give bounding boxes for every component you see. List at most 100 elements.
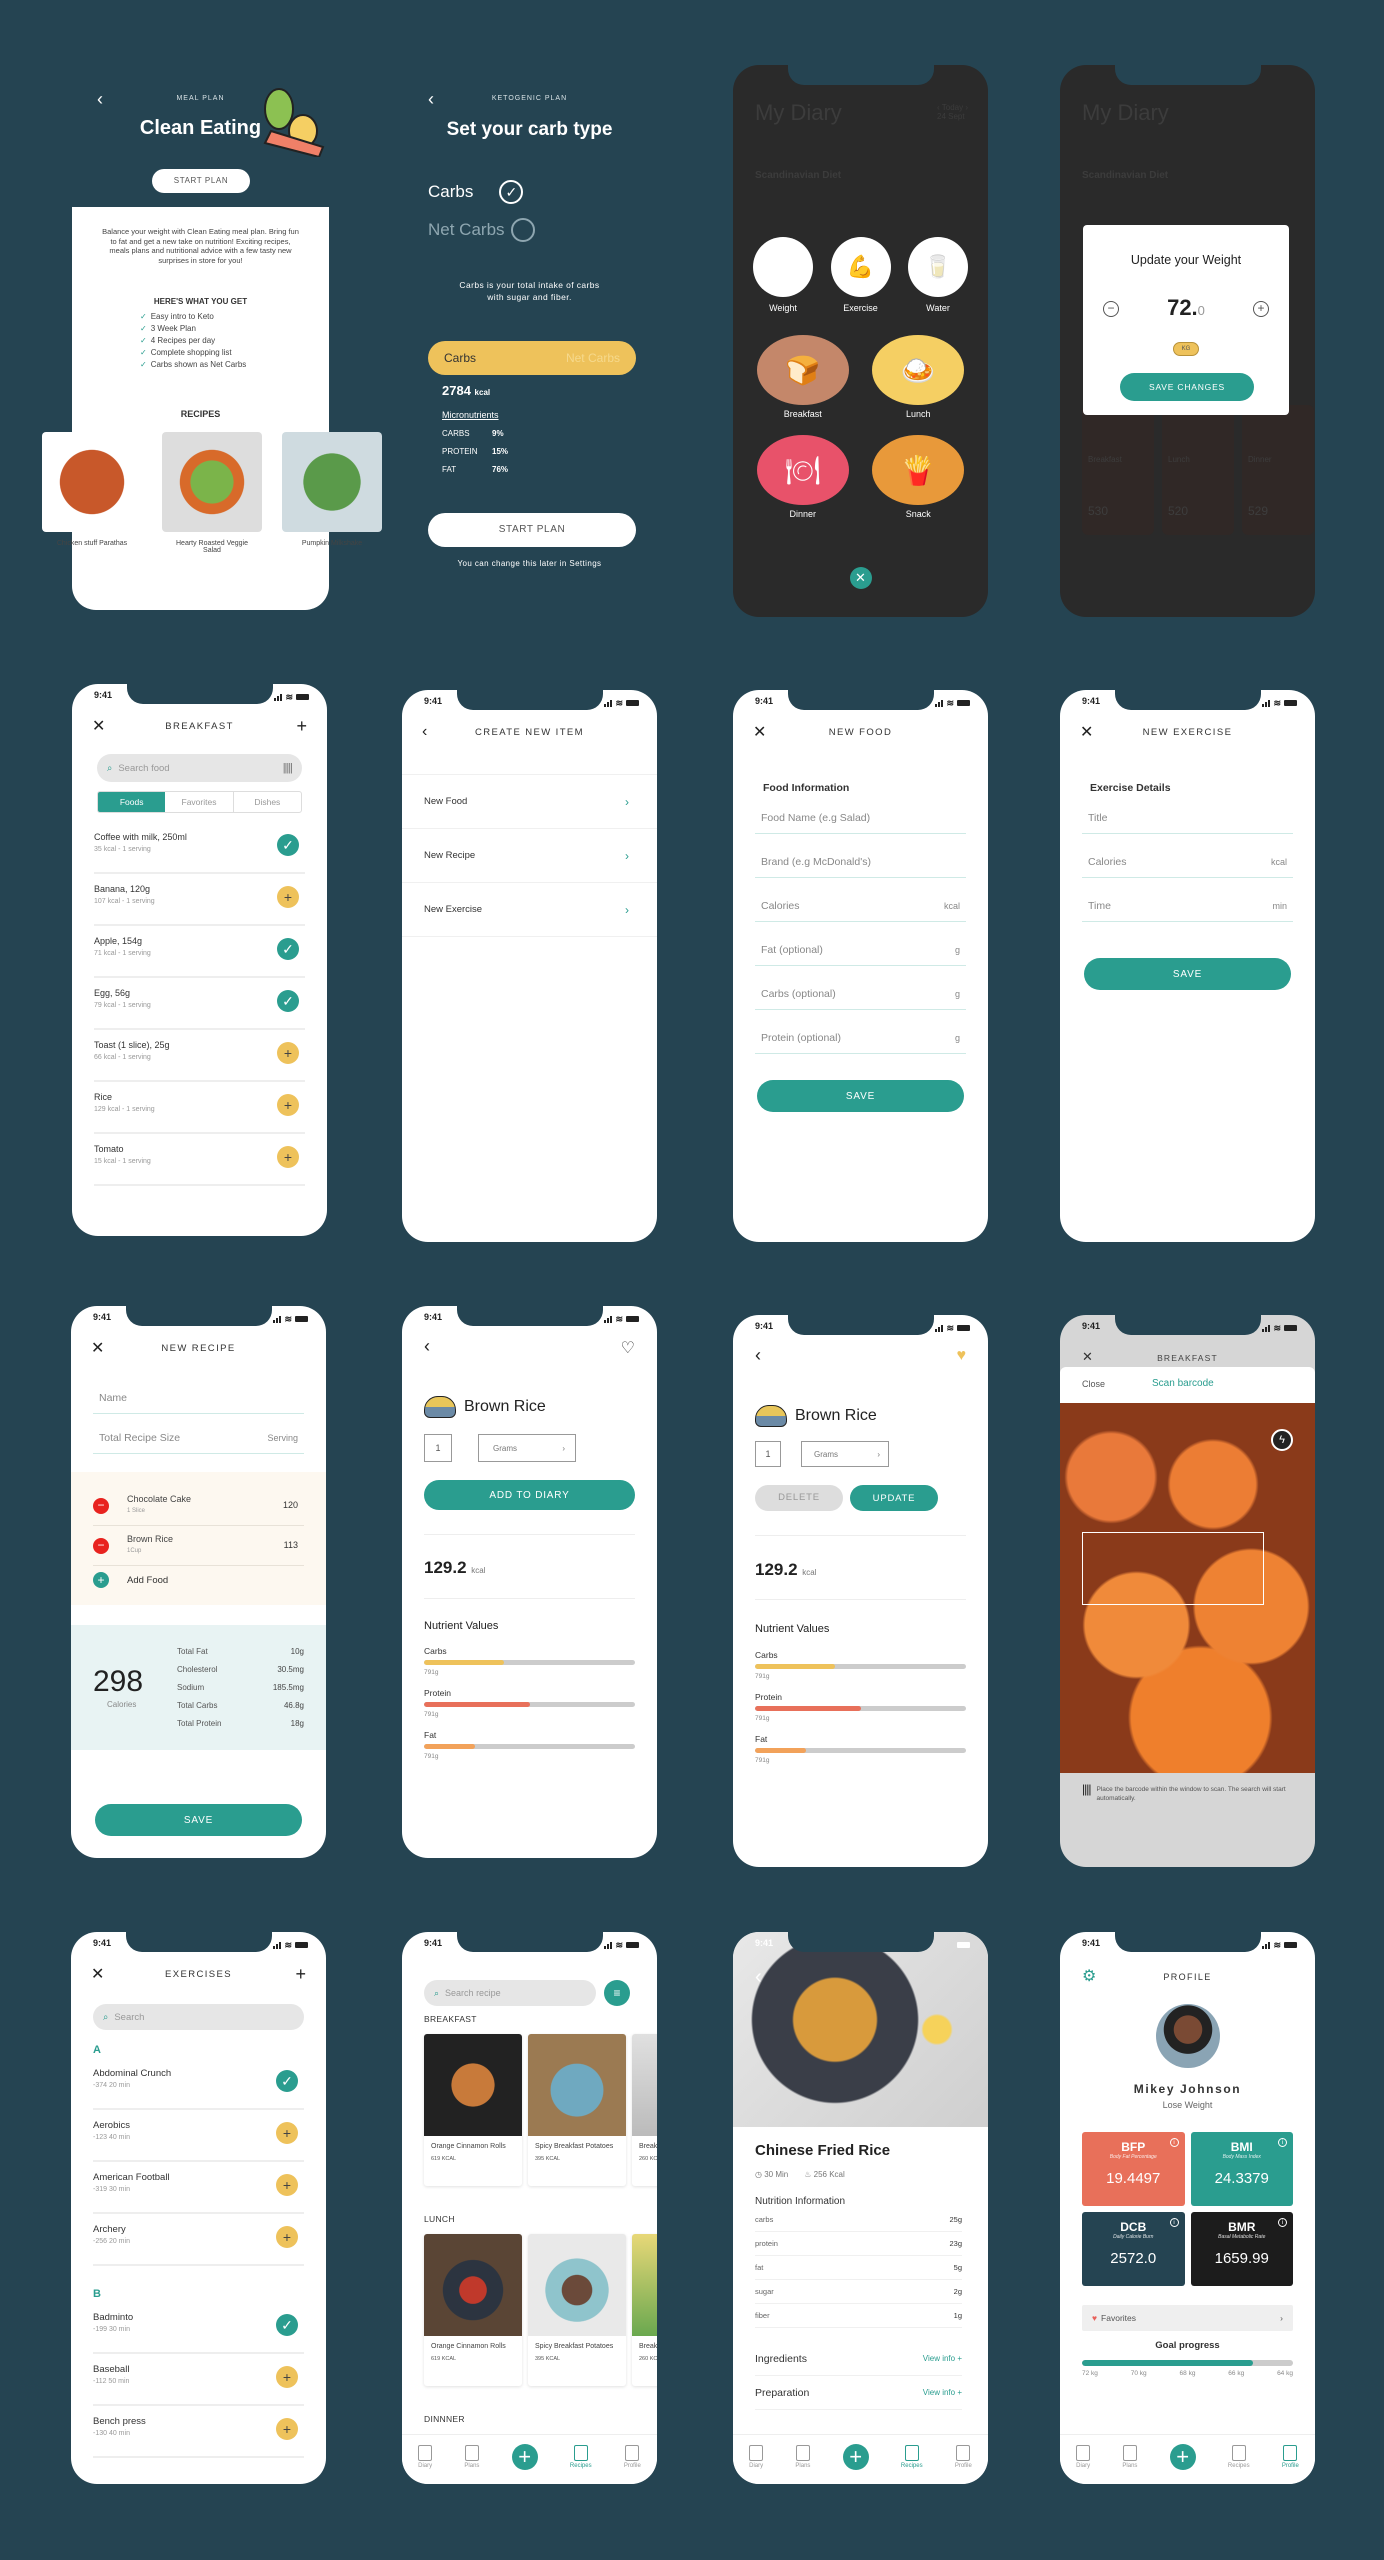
remove-icon[interactable]: −	[93, 1538, 109, 1554]
avatar[interactable]	[1155, 2004, 1220, 2068]
meal-snack[interactable]: 🍟 Snack	[871, 435, 967, 519]
close-icon[interactable]: ✕	[1080, 722, 1093, 742]
create-new-recipe[interactable]: New Recipe ›	[402, 829, 657, 883]
close-link[interactable]: Close	[1082, 1379, 1105, 1389]
search-food-input[interactable]: ⌕ Search food |||||	[97, 754, 302, 782]
quick-add-water[interactable]: 🥛 Water	[908, 237, 968, 313]
tab-foods[interactable]: Foods	[98, 792, 166, 812]
quantity-input[interactable]: 1	[424, 1434, 452, 1462]
back-icon[interactable]: ‹	[422, 723, 427, 741]
tab-recipes[interactable]: Recipes	[901, 2444, 923, 2469]
recipe-size-input[interactable]: Total Recipe Size Serving	[93, 1422, 304, 1454]
unit-badge[interactable]: KG	[1173, 342, 1199, 356]
tab-plans[interactable]: Plans	[464, 2444, 479, 2469]
recipe-row[interactable]: Orange Cinnamon Rolls 619 KCAL Spicy Break…	[424, 2234, 657, 2386]
add-plus-icon[interactable]: +	[277, 1094, 299, 1116]
food-item[interactable]: Toast (1 slice), 25g 66 kcal - 1 serving +	[94, 1030, 305, 1082]
food-item[interactable]: Tomato 15 kcal - 1 serving +	[94, 1134, 305, 1186]
section-ingredients[interactable]: Ingredients View info +	[755, 2342, 962, 2376]
recipe-name-input[interactable]: Name	[93, 1382, 304, 1414]
food-item[interactable]: Banana, 120g 107 kcal - 1 serving +	[94, 874, 305, 926]
info-icon[interactable]: i	[1278, 2138, 1287, 2147]
tab-diary[interactable]: Diary	[418, 2444, 432, 2469]
favorite-heart-icon[interactable]: ♡	[621, 1338, 635, 1358]
back-icon[interactable]: ‹	[755, 1345, 761, 1366]
option-net-carbs[interactable]: Net Carbs	[428, 218, 535, 242]
exercise-item[interactable]: Aerobics -123 40 min +	[93, 2110, 304, 2162]
tab-diary[interactable]: Diary	[1076, 2444, 1090, 2469]
add-food-button[interactable]: + Add Food	[93, 1572, 168, 1588]
save-button[interactable]: SAVE	[1084, 958, 1291, 990]
close-icon[interactable]: ✕	[91, 1338, 104, 1358]
tab-plans[interactable]: Plans	[795, 2444, 810, 2469]
start-plan-button[interactable]: START PLAN	[152, 169, 250, 193]
recipe-card[interactable]: Hearty Roasted Veggie Salad	[162, 432, 262, 554]
quick-add-weight[interactable]: ⚖ Weight	[753, 237, 813, 313]
info-icon[interactable]: i	[1278, 2218, 1287, 2227]
recipe-card[interactable]: Orange Cinnamon Rolls 619 KCAL	[424, 2034, 522, 2186]
save-button[interactable]: SAVE	[757, 1080, 964, 1112]
favorites-row[interactable]: ♥ Favorites ›	[1082, 2305, 1293, 2331]
fat-optional-input[interactable]: Fat (optional) g	[755, 934, 966, 966]
stat-card-bfp[interactable]: BFP Body Fat Percentage 19.4497 i	[1082, 2132, 1185, 2206]
back-icon[interactable]: ‹	[424, 1336, 430, 1357]
add-plus-icon[interactable]: +	[277, 886, 299, 908]
exercise-item[interactable]: Bench press -130 40 min +	[93, 2406, 304, 2458]
time-input[interactable]: Time min	[1082, 890, 1293, 922]
recipe-card[interactable]: Spicy Breakfast Potatoes 395 KCAL	[528, 2034, 626, 2186]
stat-card-bmr[interactable]: BMR Basal Metabolic Rate 1659.99 i	[1190, 2212, 1293, 2286]
food-item[interactable]: Coffee with milk, 250ml 35 kcal - 1 servi…	[94, 822, 305, 874]
added-check-icon[interactable]: ✓	[277, 834, 299, 856]
search-recipe-input[interactable]: ⌕ Search recipe	[424, 1980, 596, 2006]
quick-add-exercise[interactable]: 💪 Exercise	[830, 237, 891, 313]
food-item[interactable]: Rice 129 kcal - 1 serving +	[94, 1082, 305, 1134]
brand-e-g-mcdonald-s-input[interactable]: Brand (e.g McDonald's)	[755, 846, 966, 878]
start-plan-button[interactable]: START PLAN	[428, 513, 636, 547]
stat-card-dcb[interactable]: DCB Daily Calorie Burn 2572.0 i	[1082, 2212, 1185, 2286]
tab-recipes[interactable]: Recipes	[570, 2444, 592, 2469]
tab-profile[interactable]: Profile	[955, 2444, 972, 2469]
add-plus-icon[interactable]: +	[276, 2366, 298, 2388]
create-new-exercise[interactable]: New Exercise ›	[402, 883, 657, 937]
recipe-card[interactable]: Pumpkin Milkshake	[282, 432, 382, 554]
added-check-icon[interactable]: ✓	[276, 2314, 298, 2336]
info-icon[interactable]: i	[1169, 2218, 1179, 2227]
option-carbs[interactable]: Carbs ✓	[428, 180, 524, 204]
section-preparation[interactable]: Preparation View info +	[755, 2376, 962, 2410]
tab-dishes[interactable]: Dishes	[232, 792, 301, 812]
toggle-inactive[interactable]: Net Carbs	[566, 351, 620, 365]
meal-dinner[interactable]: 🍽 Dinner	[755, 435, 851, 519]
add-plus-icon[interactable]: +	[277, 1042, 299, 1064]
delete-button[interactable]: DELETE	[755, 1485, 843, 1511]
close-menu-button[interactable]: ✕	[849, 567, 872, 589]
exercise-item[interactable]: Archery -256 20 min +	[93, 2214, 304, 2266]
info-icon[interactable]: i	[1169, 2138, 1179, 2147]
tab-profile[interactable]: Profile	[1282, 2444, 1299, 2469]
toggle-active[interactable]: Carbs	[444, 351, 476, 365]
food-item[interactable]: Egg, 56g 79 kcal - 1 serving ✓	[94, 978, 305, 1030]
recipe-row[interactable]: Orange Cinnamon Rolls 619 KCAL Spicy Break…	[424, 2034, 657, 2186]
added-check-icon[interactable]: ✓	[277, 990, 299, 1012]
add-plus-icon[interactable]: +	[276, 2122, 298, 2144]
recipe-card[interactable]: Orange Cinnamon Rolls 619 KCAL	[424, 2234, 522, 2386]
unit-select[interactable]: Grams ›	[478, 1434, 576, 1462]
exercise-item[interactable]: Abdominal Crunch -374 20 min ✓	[93, 2058, 304, 2110]
scan-barcode-tab[interactable]: Scan barcode	[1152, 1378, 1214, 1389]
add-icon[interactable]: +	[296, 716, 307, 737]
flash-icon[interactable]: ϟ	[1271, 1429, 1293, 1451]
food-item[interactable]: Apple, 154g 71 kcal - 1 serving ✓	[94, 926, 305, 978]
title-input[interactable]: Title	[1082, 802, 1293, 834]
search-input[interactable]: ⌕ Search	[93, 2004, 304, 2030]
add-icon[interactable]: +	[295, 1964, 306, 1985]
close-icon[interactable]: ✕	[91, 1964, 104, 1984]
protein-optional-input[interactable]: Protein (optional) g	[755, 1022, 966, 1054]
exercise-item[interactable]: American Football -319 30 min +	[93, 2162, 304, 2214]
tab-recipes[interactable]: Recipes	[1228, 2444, 1250, 2469]
save-button[interactable]: SAVE	[95, 1804, 302, 1836]
view-info-link[interactable]: View info +	[923, 2354, 962, 2363]
filter-button[interactable]: ≡	[604, 1980, 630, 2006]
added-check-icon[interactable]: ✓	[276, 2070, 298, 2092]
carb-toggle[interactable]: Carbs Net Carbs	[428, 341, 636, 375]
remove-icon[interactable]: −	[93, 1498, 109, 1514]
tab-favorites[interactable]: Favorites	[165, 792, 232, 812]
